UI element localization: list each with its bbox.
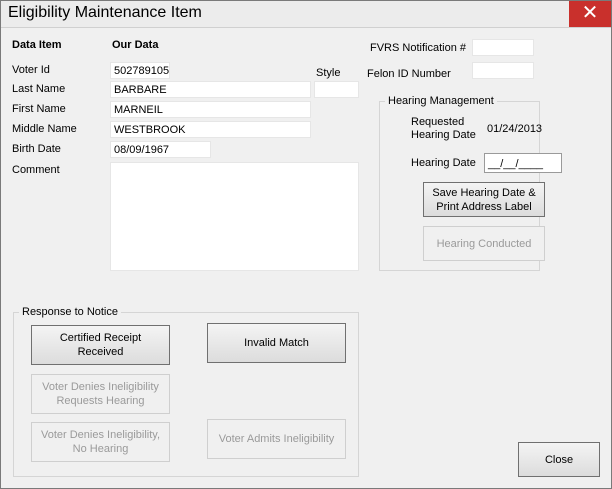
certified-receipt-button[interactable]: Certified Receipt Received (31, 325, 170, 365)
style-field[interactable] (314, 81, 359, 98)
middle-name-field[interactable]: WESTBROOK (110, 121, 311, 138)
response-to-notice-title: Response to Notice (19, 306, 121, 318)
hearing-date-input[interactable]: __/__/____ (484, 153, 562, 173)
invalid-match-button[interactable]: Invalid Match (207, 323, 346, 363)
fvrs-notification-field[interactable] (472, 39, 534, 56)
last-name-label: Last Name (12, 83, 66, 95)
close-window-button[interactable]: ✕ (569, 1, 611, 27)
birth-date-label: Birth Date (12, 143, 61, 155)
requested-hearing-date-value: 01/24/2013 (487, 123, 543, 135)
style-label: Style (316, 67, 341, 79)
hearing-conducted-button[interactable]: Hearing Conducted (423, 226, 545, 261)
middle-name-label: Middle Name (12, 123, 77, 135)
first-name-label: First Name (12, 103, 66, 115)
voter-admits-ineligibility-button[interactable]: Voter Admits Ineligibility (207, 419, 346, 459)
our-data-header: Our Data (112, 39, 159, 51)
hearing-management-title: Hearing Management (385, 95, 497, 107)
felon-id-label: Felon ID Number (367, 68, 451, 80)
close-button[interactable]: Close (518, 442, 600, 477)
title-bar: Eligibility Maintenance Item ✕ (1, 1, 611, 28)
window-title: Eligibility Maintenance Item (8, 4, 202, 21)
voter-denies-no-hearing-button[interactable]: Voter Denies Ineligibility, No Hearing (31, 422, 170, 462)
voter-denies-requests-hearing-button[interactable]: Voter Denies Ineligibility Requests Hear… (31, 374, 170, 414)
fvrs-notification-label: FVRS Notification # (370, 42, 466, 54)
felon-id-field[interactable] (472, 62, 534, 79)
comment-label: Comment (12, 164, 60, 176)
eligibility-maintenance-window: Eligibility Maintenance Item ✕ Data Item… (0, 0, 612, 489)
last-name-field[interactable]: BARBARE (110, 81, 311, 98)
save-hearing-date-button[interactable]: Save Hearing Date & Print Address Label (423, 182, 545, 217)
hearing-date-label: Hearing Date (411, 157, 476, 169)
comment-field[interactable] (110, 162, 359, 271)
first-name-field[interactable]: MARNEIL (110, 101, 311, 118)
birth-date-field[interactable]: 08/09/1967 (110, 141, 211, 158)
requested-hearing-date-label: Requested Hearing Date (411, 116, 476, 141)
voter-id-label: Voter Id (12, 64, 50, 76)
voter-id-field[interactable]: 502789105 (110, 62, 170, 79)
close-icon: ✕ (581, 2, 599, 24)
data-item-header: Data Item (12, 39, 62, 51)
